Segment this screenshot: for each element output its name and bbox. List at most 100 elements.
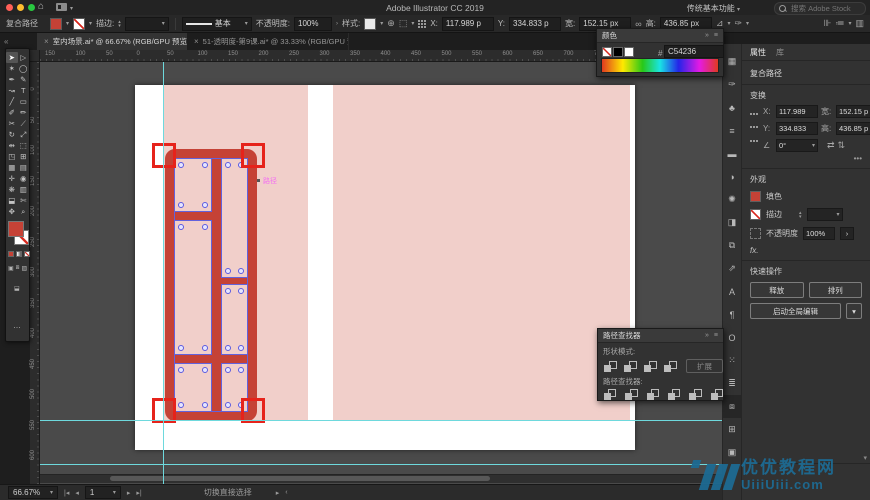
anchor-point[interactable] xyxy=(178,367,184,373)
transform-icon[interactable]: ⁙ xyxy=(723,349,741,372)
tab-library[interactable]: 库 xyxy=(776,47,784,58)
vertical-ruler[interactable]: 050100150200250300350400450500550600 xyxy=(30,62,40,484)
stroke-weight-field[interactable]: ▾ xyxy=(125,17,169,31)
status-expand-icon[interactable]: ▸ xyxy=(276,489,280,497)
anchor-point[interactable] xyxy=(225,367,231,373)
crop-icon[interactable] xyxy=(668,389,680,400)
color-panel-header[interactable]: 颜色 » ≡ xyxy=(597,29,723,43)
align-icon[interactable]: ⊪ xyxy=(824,18,832,29)
transparency-icon[interactable]: ◑ xyxy=(723,165,741,188)
frame-pane[interactable] xyxy=(221,284,248,355)
fill-swatch[interactable] xyxy=(750,191,761,202)
fill-color-swatch[interactable] xyxy=(50,18,62,30)
paragraph-icon[interactable]: ¶ xyxy=(723,303,741,326)
symbol-sprayer-tool[interactable]: ❋ xyxy=(6,184,18,195)
stroke-weight-stepper[interactable]: ▴▾ xyxy=(799,211,802,219)
scale-tool[interactable]: ⤢ xyxy=(18,129,30,140)
anchor-point[interactable] xyxy=(225,162,231,168)
search-input[interactable] xyxy=(789,3,857,14)
frame-pane[interactable] xyxy=(221,158,248,278)
prev-artboard-icon[interactable]: ◂ xyxy=(75,489,79,497)
selection-tool[interactable]: ➤ xyxy=(6,52,18,63)
anchor-point[interactable] xyxy=(178,224,184,230)
first-artboard-icon[interactable]: |◂ xyxy=(64,489,69,497)
frame-pane[interactable] xyxy=(174,363,212,412)
chevron-right-icon[interactable]: › xyxy=(336,21,338,27)
preferences-icon[interactable]: ⬚ xyxy=(399,18,408,29)
asset-export-icon[interactable]: ⇗ xyxy=(723,257,741,280)
close-tab-icon[interactable]: × xyxy=(44,37,49,46)
reference-point-icon[interactable] xyxy=(418,20,426,28)
perspective-grid-tool[interactable]: ⊞ xyxy=(18,151,30,162)
y-field[interactable]: 334.833 p xyxy=(509,17,561,31)
horizontal-guide[interactable] xyxy=(40,420,722,421)
hex-value-field[interactable]: C54236 xyxy=(664,45,724,58)
chevron-right-icon[interactable]: › xyxy=(840,227,854,240)
y-field[interactable]: 334.833 xyxy=(776,122,818,135)
effects-button[interactable]: fx. xyxy=(750,246,862,255)
anchor-point[interactable] xyxy=(225,268,231,274)
angle-field[interactable]: 0°▾ xyxy=(776,139,818,152)
anchor-point[interactable] xyxy=(202,402,208,408)
workspace-switcher[interactable]: 传统基本功能 ▾ xyxy=(687,3,740,14)
rotate-tool[interactable]: ↻ xyxy=(6,129,18,140)
swatches-icon[interactable]: ▦ xyxy=(723,50,741,73)
gradient-button[interactable] xyxy=(16,251,22,257)
search-box[interactable] xyxy=(774,2,866,15)
outline-icon[interactable] xyxy=(689,389,701,400)
edit-toolbar-icon[interactable]: … xyxy=(13,321,22,330)
stroke-color-swatch[interactable] xyxy=(73,18,85,30)
line-segment-tool[interactable]: ╱ xyxy=(6,96,18,107)
fill-stroke-indicator[interactable] xyxy=(8,221,29,245)
gradient-icon[interactable]: ▬ xyxy=(723,142,741,165)
horizontal-scrollbar[interactable] xyxy=(40,474,722,483)
opacity-field[interactable]: 100% xyxy=(803,227,835,240)
anchor-point[interactable] xyxy=(202,162,208,168)
direct-selection-tool[interactable]: ▷ xyxy=(18,52,30,63)
corner-marker-square[interactable] xyxy=(241,143,265,168)
grid-icon[interactable]: ▥ xyxy=(855,18,864,29)
pathfinder-icon[interactable]: ⧈ xyxy=(723,395,741,418)
add-anchor-point-tool[interactable]: ✎ xyxy=(18,74,30,85)
symbols-icon[interactable]: ♣ xyxy=(723,96,741,119)
artboard-tool[interactable]: ⬓ xyxy=(6,195,18,206)
distribute-icon[interactable]: ≔ xyxy=(835,18,844,29)
opacity-field[interactable]: 100% xyxy=(294,17,332,31)
unite-icon[interactable] xyxy=(604,361,617,372)
anchor-point[interactable] xyxy=(202,367,208,373)
global-edit-button[interactable]: 启动全局编辑 xyxy=(750,303,841,319)
x-field[interactable]: 117.989 xyxy=(776,105,818,118)
reference-point-icon[interactable] xyxy=(750,113,758,152)
free-transform-tool[interactable]: ⬚ xyxy=(18,140,30,151)
selected-compound-path[interactable] xyxy=(165,149,257,421)
anchor-point[interactable] xyxy=(238,345,244,351)
brush-definition-dropdown[interactable]: 基本▾ xyxy=(182,17,252,31)
anchor-point[interactable] xyxy=(225,288,231,294)
close-tab-icon[interactable]: × xyxy=(194,37,199,46)
align-icon[interactable]: ≣ xyxy=(723,372,741,395)
corner-marker-square[interactable] xyxy=(152,143,176,168)
stroke-weight-field[interactable]: ▾ xyxy=(807,208,843,221)
document-setup-icon[interactable]: ⊕ xyxy=(387,18,395,29)
chevron-down-icon[interactable]: ▾ xyxy=(848,20,851,27)
frame-pane[interactable] xyxy=(174,220,212,355)
magic-wand-tool[interactable]: ✶ xyxy=(6,63,18,74)
chevron-down-icon[interactable]: ▾ xyxy=(411,20,414,27)
hand-tool[interactable]: ✥ xyxy=(6,206,18,217)
release-button[interactable]: 释放 xyxy=(750,282,804,298)
pen-tool[interactable]: ✒ xyxy=(6,74,18,85)
tab-properties[interactable]: 属性 xyxy=(750,47,766,58)
canvas[interactable]: 路径 xyxy=(40,62,722,484)
global-edit-options-icon[interactable]: ▾ xyxy=(846,303,862,319)
draw-inside-icon[interactable]: ▨ xyxy=(22,265,28,272)
zoom-tool[interactable]: ⌕ xyxy=(18,206,30,217)
brushes-icon[interactable]: ✑ xyxy=(723,73,741,96)
none-button[interactable] xyxy=(24,251,30,257)
more-options[interactable]: ••• xyxy=(750,154,862,163)
anchor-point[interactable] xyxy=(202,345,208,351)
last-artboard-icon[interactable]: ▸| xyxy=(136,489,141,497)
stroke-weight-stepper[interactable]: ▴▾ xyxy=(118,20,121,28)
draw-normal-icon[interactable]: ▣ xyxy=(8,265,14,272)
flip-horizontal-icon[interactable]: ⇄ xyxy=(827,140,835,151)
x-field[interactable]: 117.989 p xyxy=(442,17,494,31)
